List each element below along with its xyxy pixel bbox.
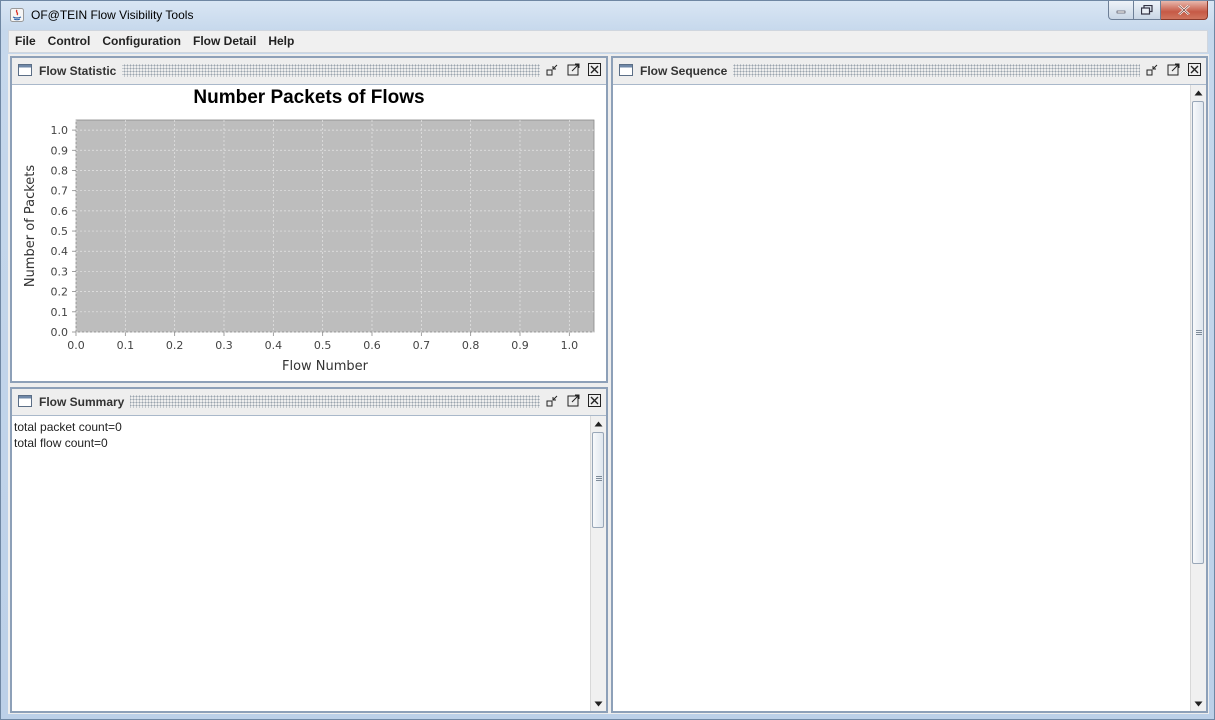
x-tick-label: 0.1 [117,339,135,352]
frame-icon [18,394,32,408]
flow-statistic-titlebar[interactable]: Flow Statistic [12,58,606,85]
iconify-button[interactable] [545,393,560,408]
close-frame-button[interactable] [1187,62,1202,77]
maximize-frame-icon [567,394,580,407]
maximize-frame-button[interactable] [566,62,581,77]
frame-icon [619,63,633,77]
summary-text-area[interactable]: total packet count=0 total flow count=0 [12,416,606,711]
menu-bar: File Control Configuration Flow Detail H… [8,30,1208,53]
y-tick-label: 0.2 [51,286,69,299]
sequence-scrollbar[interactable] [1190,85,1206,711]
summary-text: total packet count=0 total flow count=0 [14,419,122,451]
iconify-button[interactable] [545,62,560,77]
menu-control[interactable]: Control [42,31,97,52]
x-tick-label: 0.4 [265,339,283,352]
x-tick-label: 0.7 [413,339,431,352]
y-tick-label: 0.5 [51,225,69,238]
flow-sequence-titlebar[interactable]: Flow Sequence [613,58,1206,85]
menu-flow-detail[interactable]: Flow Detail [187,31,262,52]
close-frame-icon [1188,63,1201,76]
y-tick-label: 0.1 [51,306,69,319]
scroll-up-icon [1194,90,1203,95]
sequence-area[interactable] [613,85,1206,711]
scroll-down-icon [1194,701,1203,706]
total-flow-count: total flow count=0 [14,436,108,450]
title-bar[interactable]: OF@TEIN Flow Visibility Tools [1,1,1214,29]
close-frame-button[interactable] [587,62,602,77]
close-icon [1178,5,1190,15]
app-window: OF@TEIN Flow Visibility Tools File Contr… [0,0,1215,720]
y-tick-label: 0.4 [51,245,69,258]
iconify-button[interactable] [1145,62,1160,77]
scroll-down-icon [594,701,603,706]
flow-summary-titlebar[interactable]: Flow Summary [12,389,606,416]
menu-configuration[interactable]: Configuration [96,31,187,52]
summary-scrollbar[interactable] [590,416,606,711]
desktop-pane: Flow Statistic Number Packets of Flows 0… [8,54,1209,714]
close-frame-icon [588,394,601,407]
y-axis-label: Number of Packets [23,165,38,288]
maximize-button[interactable] [1134,1,1161,20]
java-app-icon [10,8,24,22]
window-title: OF@TEIN Flow Visibility Tools [31,8,194,22]
x-tick-label: 0.3 [215,339,233,352]
panel-title: Flow Summary [39,395,131,409]
close-frame-button[interactable] [587,393,602,408]
maximize-frame-button[interactable] [566,393,581,408]
x-tick-label: 0.0 [67,339,85,352]
panel-title: Flow Statistic [39,64,123,78]
y-tick-label: 0.3 [51,265,69,278]
scroll-up-arrow[interactable] [1191,85,1206,100]
flow-summary-panel: Flow Summary total packet count=0 total … [10,387,608,713]
total-packet-count: total packet count=0 [14,420,122,434]
y-tick-label: 0.0 [51,326,69,339]
y-tick-label: 1.0 [51,124,69,137]
y-tick-label: 0.8 [51,164,69,177]
maximize-frame-button[interactable] [1166,62,1181,77]
flow-statistic-panel: Flow Statistic Number Packets of Flows 0… [10,56,608,383]
scroll-down-arrow[interactable] [591,696,606,711]
iconify-icon [1146,64,1158,76]
x-tick-label: 0.8 [462,339,480,352]
maximize-frame-icon [567,63,580,76]
chart-area: Number Packets of Flows 0.0 0.1 0.2 0.3 0.4 0… [12,85,606,381]
plot-background [75,119,595,333]
x-tick-label: 1.0 [561,339,579,352]
iconify-icon [546,64,558,76]
y-tick-label: 0.7 [51,185,69,198]
scroll-down-arrow[interactable] [1191,696,1206,711]
menu-file[interactable]: File [9,31,42,52]
x-tick-label: 0.2 [166,339,184,352]
chart-svg: 0.0 0.1 0.2 0.3 0.4 0.5 0.6 0.7 0.8 0.9 1.0 0.0 0.1 0… [23,119,595,374]
flow-sequence-panel: Flow Sequence [611,56,1208,713]
iconify-icon [546,395,558,407]
minimize-button[interactable] [1108,1,1134,20]
minimize-icon [1116,10,1126,14]
x-tick-label: 0.5 [314,339,332,352]
scroll-up-arrow[interactable] [591,416,606,431]
maximize-icon [1141,5,1153,15]
scroll-up-icon [594,421,603,426]
x-tick-label: 0.6 [363,339,381,352]
menu-help[interactable]: Help [262,31,300,52]
close-button[interactable] [1161,1,1208,20]
panel-title: Flow Sequence [640,64,734,78]
y-tick-label: 0.6 [51,205,69,218]
maximize-frame-icon [1167,63,1180,76]
scroll-thumb[interactable] [592,432,604,528]
x-tick-label: 0.9 [511,339,529,352]
scroll-thumb[interactable] [1192,101,1204,564]
x-axis-label: Flow Number [282,359,369,374]
y-tick-label: 0.9 [51,144,69,157]
close-frame-icon [588,63,601,76]
frame-icon [18,63,32,77]
